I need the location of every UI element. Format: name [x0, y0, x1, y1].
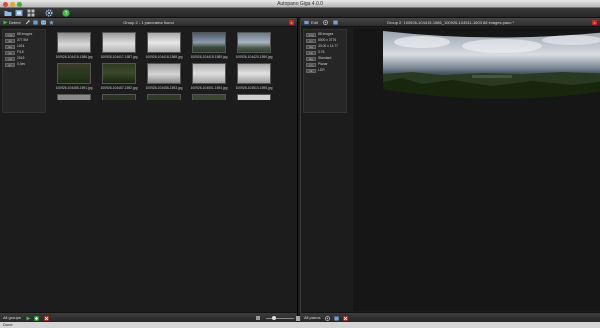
- image-filename: 100926-104455-1591.jpg: [55, 86, 93, 90]
- settings-icon[interactable]: [325, 315, 330, 321]
- image-filename: 100926-104419-1589.jpg: [190, 55, 228, 59]
- panorama-preview-area: [353, 28, 600, 311]
- info-row: fov 30.00 x 14.77: [306, 44, 346, 49]
- main-toolbar: ?: [0, 8, 600, 18]
- image-thumbnail[interactable]: [147, 63, 181, 84]
- folder-icon[interactable]: [4, 9, 12, 17]
- info-row: mp 377.9M: [5, 38, 45, 43]
- settings-gear-icon[interactable]: [45, 9, 53, 17]
- info-row: px 8000 x 3776: [306, 38, 346, 43]
- zoom-out-icon[interactable]: [256, 316, 260, 320]
- image-filename: 100926-104510-1595.jpg: [235, 86, 273, 90]
- info-row: sd 2019: [5, 56, 45, 61]
- image-thumbnail[interactable]: [57, 94, 91, 100]
- info-row: alg Standard: [306, 56, 346, 61]
- image-thumbnail[interactable]: [192, 32, 226, 53]
- panorama-header: Edit Group 2: 100926-104415-1586_100926-…: [301, 18, 600, 27]
- image-thumbnail[interactable]: [102, 63, 136, 84]
- panorama-preview-image[interactable]: [353, 28, 600, 108]
- info-row: img 88 images: [306, 32, 346, 37]
- group-title: Group 2 - 1 panorama found: [123, 20, 174, 25]
- groups-footer: All groups: [0, 312, 301, 322]
- panorama-pane: Edit Group 2: 100926-104415-1586_100926-…: [300, 18, 600, 322]
- play-icon[interactable]: [26, 316, 31, 321]
- image-thumbnail[interactable]: [192, 63, 226, 84]
- add-group-icon[interactable]: [34, 315, 39, 321]
- help-icon[interactable]: ?: [62, 9, 70, 17]
- batch-render-icon[interactable]: [334, 316, 339, 321]
- info-row: ap F/18: [5, 50, 45, 55]
- image-thumbnail[interactable]: [192, 94, 226, 100]
- image-thumbnail[interactable]: [237, 94, 271, 100]
- image-filename: 100926-104420-1590.jpg: [235, 55, 273, 59]
- image-filename: 100926-104415-1586.jpg: [55, 55, 93, 59]
- image-filename: 100926-104458-1593.jpg: [145, 86, 183, 90]
- image-thumbnail[interactable]: [102, 94, 136, 100]
- image-filename: 100926-104418-1588.jpg: [145, 55, 183, 59]
- panorama-title: Group 2: 100926-104415-1586_100926-10451…: [386, 20, 515, 25]
- remove-pano-icon[interactable]: [343, 315, 348, 321]
- status-text: Done: [3, 322, 13, 327]
- image-thumbnail[interactable]: [237, 63, 271, 84]
- remove-group-icon[interactable]: [44, 315, 49, 321]
- grid-view-icon[interactable]: [27, 9, 35, 17]
- window-title: Autopano Giga 4.0.0: [277, 1, 323, 7]
- image-thumbnail[interactable]: [237, 32, 271, 53]
- image-groups-header: Detect Group 2 - 1 panorama found ×: [0, 18, 297, 27]
- info-row: ldr LDR: [306, 68, 346, 73]
- image-thumbnail[interactable]: [147, 32, 181, 53]
- image-thumbnail[interactable]: [57, 63, 91, 84]
- image-filename: 100926-104457-1592.jpg: [100, 86, 138, 90]
- info-row: ev 0.0ev: [5, 62, 45, 67]
- info-row: iso 1024: [5, 44, 45, 49]
- group-info-panel: img 88 images mp 377.9M iso 1024 ap F/18 sd 2…: [2, 29, 46, 113]
- image-thumbnail[interactable]: [57, 32, 91, 53]
- info-row: img 88 images: [5, 32, 45, 37]
- info-row: mp 3.76: [306, 50, 346, 55]
- image-groups-pane: Detect Group 2 - 1 panorama found × img 8…: [0, 18, 301, 322]
- status-bar: Done: [0, 322, 600, 328]
- info-row: prj Planar: [306, 62, 346, 67]
- image-filename: 100926-104501-1594.jpg: [190, 86, 228, 90]
- import-icon[interactable]: [15, 9, 23, 17]
- close-panorama-icon[interactable]: ×: [592, 20, 597, 25]
- svg-text:?: ?: [65, 11, 68, 17]
- image-thumbnail[interactable]: [147, 94, 181, 100]
- slider-knob[interactable]: [272, 316, 276, 320]
- title-bar: Autopano Giga 4.0.0: [0, 0, 600, 8]
- close-group-icon[interactable]: ×: [289, 20, 294, 25]
- image-filename: 100926-104417-1587.jpg: [100, 55, 138, 59]
- thumbnail-size-slider[interactable]: [266, 317, 294, 319]
- panorama-info-panel: img 88 images px 8000 x 3776 fov 30.00 x 14…: [303, 29, 347, 113]
- image-thumbnail[interactable]: [102, 32, 136, 53]
- panoramas-footer: All panos: [301, 312, 600, 322]
